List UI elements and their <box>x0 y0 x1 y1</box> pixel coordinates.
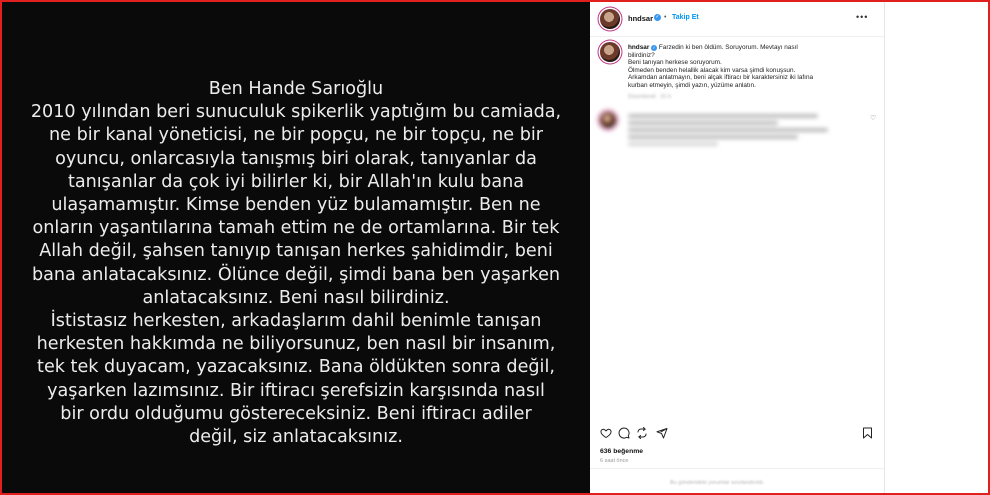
story-line: yaşarken lazımsınız. Bir iftiracı şerefs… <box>47 380 545 401</box>
more-options-icon[interactable]: ••• <box>856 12 868 22</box>
post-caption: hndsar ✓ Farzedin ki ben öldüm. Soruyoru… <box>628 44 873 90</box>
separator-dot: • <box>664 14 667 21</box>
verified-badge-icon: ✓ <box>654 14 661 21</box>
caption-line: hndsar ✓ Farzedin ki ben öldüm. Soruyoru… <box>628 44 873 52</box>
caption-text: Farzedin ki ben öldüm. Soruyorum. Mevtay… <box>658 44 798 51</box>
story-line: bir ordu olduğumu göstereceksiniz. Beni … <box>60 403 532 424</box>
screenshot-frame: Ben Hande Sarıoğlu 2010 yılından beri su… <box>0 0 990 495</box>
caption-line: kurban etmeyin, şimdi yazın, yüzüme anla… <box>628 81 756 89</box>
comment-icon[interactable] <box>618 427 630 443</box>
story-line: 2010 yılından beri sunuculuk spikerlik y… <box>30 102 562 123</box>
story-line: değil, siz anlatacaksınız. <box>189 427 403 448</box>
comments-restricted-notice: Bu gönderideki yorumlar sınırlandırıldı. <box>670 480 765 486</box>
story-line: anlatacaksınız. Beni nasıl bilirdiniz. <box>142 287 450 308</box>
story-line: Ben Hande Sarıoğlu <box>208 79 384 99</box>
story-line: İstistasız herkesten, arkadaşlarım dahil… <box>50 311 542 332</box>
story-line: tanışanlar da çok iyi bilirler ki, bir A… <box>67 171 525 192</box>
caption-avatar[interactable] <box>600 42 620 62</box>
post-actions <box>598 427 878 443</box>
username-link[interactable]: hndsar <box>628 14 653 23</box>
heart-icon[interactable] <box>600 427 612 443</box>
caption-line: Ölmeden benden helallik alacak kim varsa… <box>628 66 796 74</box>
post-sidebar: hndsar ✓ • Takip Et ••• hndsar ✓ Farzedi… <box>590 2 885 493</box>
caption-verified-icon: ✓ <box>651 45 658 51</box>
caption-meta: Düzenlendi · 31 h <box>628 94 672 100</box>
share-icon[interactable] <box>636 427 648 443</box>
comment-like-icon[interactable]: ♡ <box>870 114 876 122</box>
story-line: oyuncu, onlarcasıyla tanışmış biri olara… <box>55 148 537 169</box>
post-timestamp[interactable]: 6 saat önce <box>600 458 628 464</box>
post-header: hndsar ✓ • Takip Et ••• <box>590 2 884 37</box>
story-panel: Ben Hande Sarıoğlu 2010 yılından beri su… <box>2 2 590 493</box>
caption-line: Beni tanıyan herkese soruyorum. <box>628 59 722 67</box>
avatar[interactable] <box>600 9 620 29</box>
comment-avatar <box>600 112 616 128</box>
page-background <box>885 2 988 493</box>
blurred-comment: ♡ <box>598 110 878 150</box>
story-line: ulaşamamıştır. Kimse benden yüz bulamamı… <box>51 195 541 216</box>
story-line: tek tek duyacam, yazacaksınız. Bana öldü… <box>37 357 555 378</box>
story-line: onların yaşantılarına tamah ettim ne de … <box>32 218 560 239</box>
caption-line: bilirdiniz? <box>628 51 655 59</box>
story-line: bana anlatacaksınız. Ölünce değil, şimdi… <box>31 264 561 285</box>
story-line: ne bir kanal yöneticisi, ne bir popçu, n… <box>49 125 543 146</box>
bookmark-icon[interactable] <box>862 427 873 443</box>
caption-line: Arkamdan anlatmayın, beni alçak iftiracı… <box>628 74 814 82</box>
caption-username[interactable]: hndsar <box>628 44 649 51</box>
like-count[interactable]: 636 beğenme <box>600 448 643 455</box>
follow-button[interactable]: Takip Et <box>672 14 699 21</box>
story-text: Ben Hande Sarıoğlu 2010 yılından beri su… <box>22 78 570 449</box>
story-line: Allah değil, şahsen tanıyıp tanışan herk… <box>39 241 553 262</box>
add-comment-bar: Bu gönderideki yorumlar sınırlandırıldı. <box>590 468 884 493</box>
story-line: herkesten hakkımda ne biliyorsunuz, ben … <box>36 334 556 355</box>
send-icon[interactable] <box>656 427 668 443</box>
